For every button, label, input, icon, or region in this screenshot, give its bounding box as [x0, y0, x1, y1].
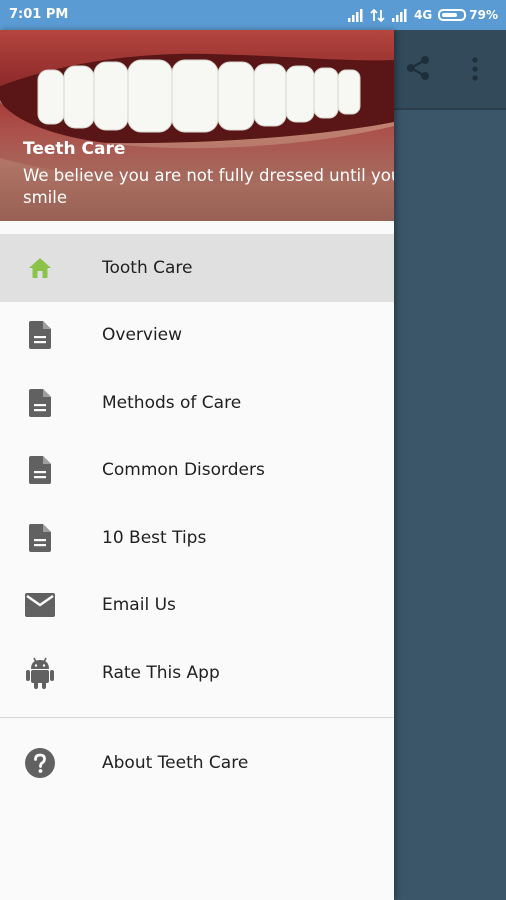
status-bar: 7:01 PM 4G 79%: [0, 0, 506, 30]
menu-item-overview[interactable]: Overview: [0, 302, 394, 370]
status-time: 7:01 PM: [9, 7, 69, 22]
battery: 79%: [438, 8, 498, 22]
share-icon[interactable]: [404, 54, 432, 82]
drawer-subtitle: We believe you are not fully dressed unt…: [23, 166, 394, 207]
menu-label: Overview: [102, 325, 183, 346]
menu-label: Methods of Care: [102, 392, 242, 413]
battery-percent: 79%: [469, 8, 498, 22]
drawer-title: Teeth Care: [23, 139, 126, 159]
drawer-menu: Tooth Care Overview Methods of Care Comm…: [0, 234, 394, 797]
menu-item-tooth-care[interactable]: Tooth Care: [0, 234, 394, 302]
scrim[interactable]: [394, 110, 506, 900]
menu-item-email-us[interactable]: Email Us: [0, 572, 394, 640]
email-icon: [25, 590, 55, 620]
battery-icon: [438, 9, 467, 21]
menu-item-methods-of-care[interactable]: Methods of Care: [0, 369, 394, 437]
more-vert-icon[interactable]: [468, 56, 482, 82]
menu-item-about-teeth-care[interactable]: About Teeth Care: [0, 730, 394, 798]
document-icon: [25, 320, 55, 350]
signal-icon: [348, 8, 363, 22]
help-icon: [25, 748, 55, 779]
menu-label: About Teeth Care: [102, 753, 249, 774]
menu-item-best-tips[interactable]: 10 Best Tips: [0, 504, 394, 572]
document-icon: [25, 523, 55, 553]
network-type: 4G: [414, 8, 433, 22]
menu-item-common-disorders[interactable]: Common Disorders: [0, 437, 394, 505]
menu-divider: [0, 716, 394, 718]
app-bar: [394, 30, 506, 110]
menu-label: 10 Best Tips: [102, 527, 207, 548]
menu-label: Rate This App: [102, 662, 220, 683]
screen: 7:01 PM 4G 79% Teeth Care We believe you…: [0, 0, 506, 900]
menu-label: Common Disorders: [102, 460, 265, 481]
navigation-drawer: Teeth Care We believe you are not fully …: [0, 30, 394, 900]
home-icon: [25, 253, 55, 283]
signal-icon-2: [392, 8, 407, 22]
data-transfer-icon: [370, 8, 385, 22]
menu-label: Tooth Care: [102, 257, 193, 278]
menu-label: Email Us: [102, 595, 176, 616]
menu-item-rate-this-app[interactable]: Rate This App: [0, 639, 394, 707]
battery-fill: [442, 13, 458, 17]
document-icon: [25, 388, 55, 418]
android-icon: [25, 657, 55, 689]
document-icon: [25, 455, 55, 485]
status-icons: 4G 79%: [348, 6, 498, 24]
drawer-header: Teeth Care We believe you are not fully …: [0, 30, 394, 221]
